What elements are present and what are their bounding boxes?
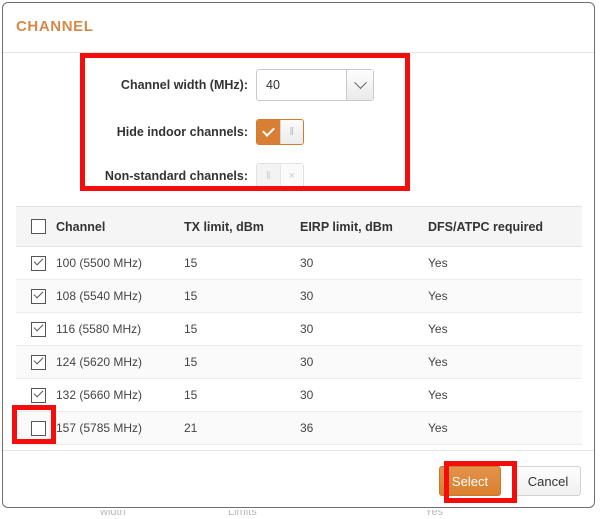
row-dfs: Yes <box>428 279 582 313</box>
row-eirp-limit: 30 <box>300 279 428 313</box>
row-channel: 157 (5785 MHz) <box>56 411 184 445</box>
row-checkbox[interactable] <box>31 387 46 403</box>
row-dfs: Yes <box>428 345 582 379</box>
select-all-checkbox[interactable] <box>31 219 46 234</box>
close-icon: × <box>280 164 303 188</box>
row-checkbox-cell[interactable] <box>16 246 56 280</box>
table-row[interactable]: 108 (5540 MHz) 15 30 Yes <box>16 279 582 313</box>
row-checkbox[interactable] <box>31 255 46 271</box>
row-checkbox-cell[interactable] <box>16 312 56 346</box>
row-checkbox-cell[interactable] <box>16 345 56 379</box>
row-eirp-limit: 30 <box>300 246 428 280</box>
toggle-handle: ‖ <box>257 164 281 188</box>
form-row-channel-width: Channel width (MHz): 40 <box>3 68 594 102</box>
table-header-row: Channel TX limit, dBm EIRP limit, dBm DF… <box>16 206 582 247</box>
row-tx-limit: 15 <box>184 378 300 412</box>
table-row[interactable]: 116 (5580 MHz) 15 30 Yes <box>16 312 582 346</box>
header-eirp-limit: EIRP limit, dBm <box>300 206 428 247</box>
row-channel: 116 (5580 MHz) <box>56 312 184 346</box>
form-row-hide-indoor: Hide indoor channels: ‖ <box>3 115 594 149</box>
background-fragment-3: Yes <box>425 510 443 518</box>
select-button[interactable]: Select <box>439 466 501 496</box>
check-icon <box>257 120 280 144</box>
header-channel: Channel <box>56 206 184 247</box>
row-channel: 100 (5500 MHz) <box>56 246 184 280</box>
row-dfs: Yes <box>428 378 582 412</box>
dialog-header: CHANNEL <box>3 3 594 53</box>
channel-dialog: CHANNEL Channel width (MHz): 40 Hide ind… <box>2 2 595 508</box>
row-checkbox-cell[interactable] <box>16 411 56 445</box>
row-tx-limit: 15 <box>184 246 300 280</box>
non-standard-toggle[interactable]: ‖ × <box>256 163 304 189</box>
row-tx-limit: 21 <box>184 411 300 445</box>
row-tx-limit: 15 <box>184 345 300 379</box>
table-row[interactable]: 132 (5660 MHz) 15 30 Yes <box>16 378 582 412</box>
dialog-footer: Select Cancel <box>3 450 594 507</box>
background-fragment-1: width <box>100 510 126 518</box>
hide-indoor-label: Hide indoor channels: <box>116 125 248 139</box>
select-all-header <box>16 206 56 247</box>
chevron-down-icon[interactable] <box>346 70 373 100</box>
row-channel: 108 (5540 MHz) <box>56 279 184 313</box>
channel-width-label: Channel width (MHz): <box>120 78 248 92</box>
table-row[interactable]: 100 (5500 MHz) 15 30 Yes <box>16 246 582 280</box>
header-tx-limit: TX limit, dBm <box>184 206 300 247</box>
channel-width-value: 40 <box>266 78 280 92</box>
form-row-non-standard: Non-standard channels: ‖ × <box>3 159 594 193</box>
row-channel: 124 (5620 MHz) <box>56 345 184 379</box>
table-row[interactable]: 124 (5620 MHz) 15 30 Yes <box>16 345 582 379</box>
header-dfs-atpc: DFS/ATPC required <box>428 206 582 247</box>
hide-indoor-toggle[interactable]: ‖ <box>256 119 304 145</box>
row-checkbox[interactable] <box>31 420 46 436</box>
row-checkbox[interactable] <box>31 354 46 370</box>
table-row[interactable]: 157 (5785 MHz) 21 36 Yes <box>16 411 582 445</box>
row-dfs: Yes <box>428 411 582 445</box>
row-eirp-limit: 30 <box>300 378 428 412</box>
row-checkbox-cell[interactable] <box>16 279 56 313</box>
row-eirp-limit: 30 <box>300 345 428 379</box>
channel-table: Channel TX limit, dBm EIRP limit, dBm DF… <box>16 206 582 445</box>
row-checkbox[interactable] <box>31 321 46 337</box>
row-eirp-limit: 36 <box>300 411 428 445</box>
row-tx-limit: 15 <box>184 312 300 346</box>
row-dfs: Yes <box>428 246 582 280</box>
background-fragment-2: Limits <box>228 510 257 518</box>
settings-form: Channel width (MHz): 40 Hide indoor chan… <box>3 53 594 197</box>
toggle-handle: ‖ <box>279 120 303 144</box>
row-channel: 132 (5660 MHz) <box>56 378 184 412</box>
page-title: CHANNEL <box>16 18 94 35</box>
row-eirp-limit: 30 <box>300 312 428 346</box>
row-dfs: Yes <box>428 312 582 346</box>
row-checkbox[interactable] <box>31 288 46 304</box>
channel-width-select[interactable]: 40 <box>256 69 374 101</box>
cancel-button[interactable]: Cancel <box>515 466 581 496</box>
background-content-fragment: width Limits Yes <box>0 510 601 519</box>
row-tx-limit: 15 <box>184 279 300 313</box>
non-standard-label: Non-standard channels: <box>104 169 248 183</box>
row-checkbox-cell[interactable] <box>16 378 56 412</box>
